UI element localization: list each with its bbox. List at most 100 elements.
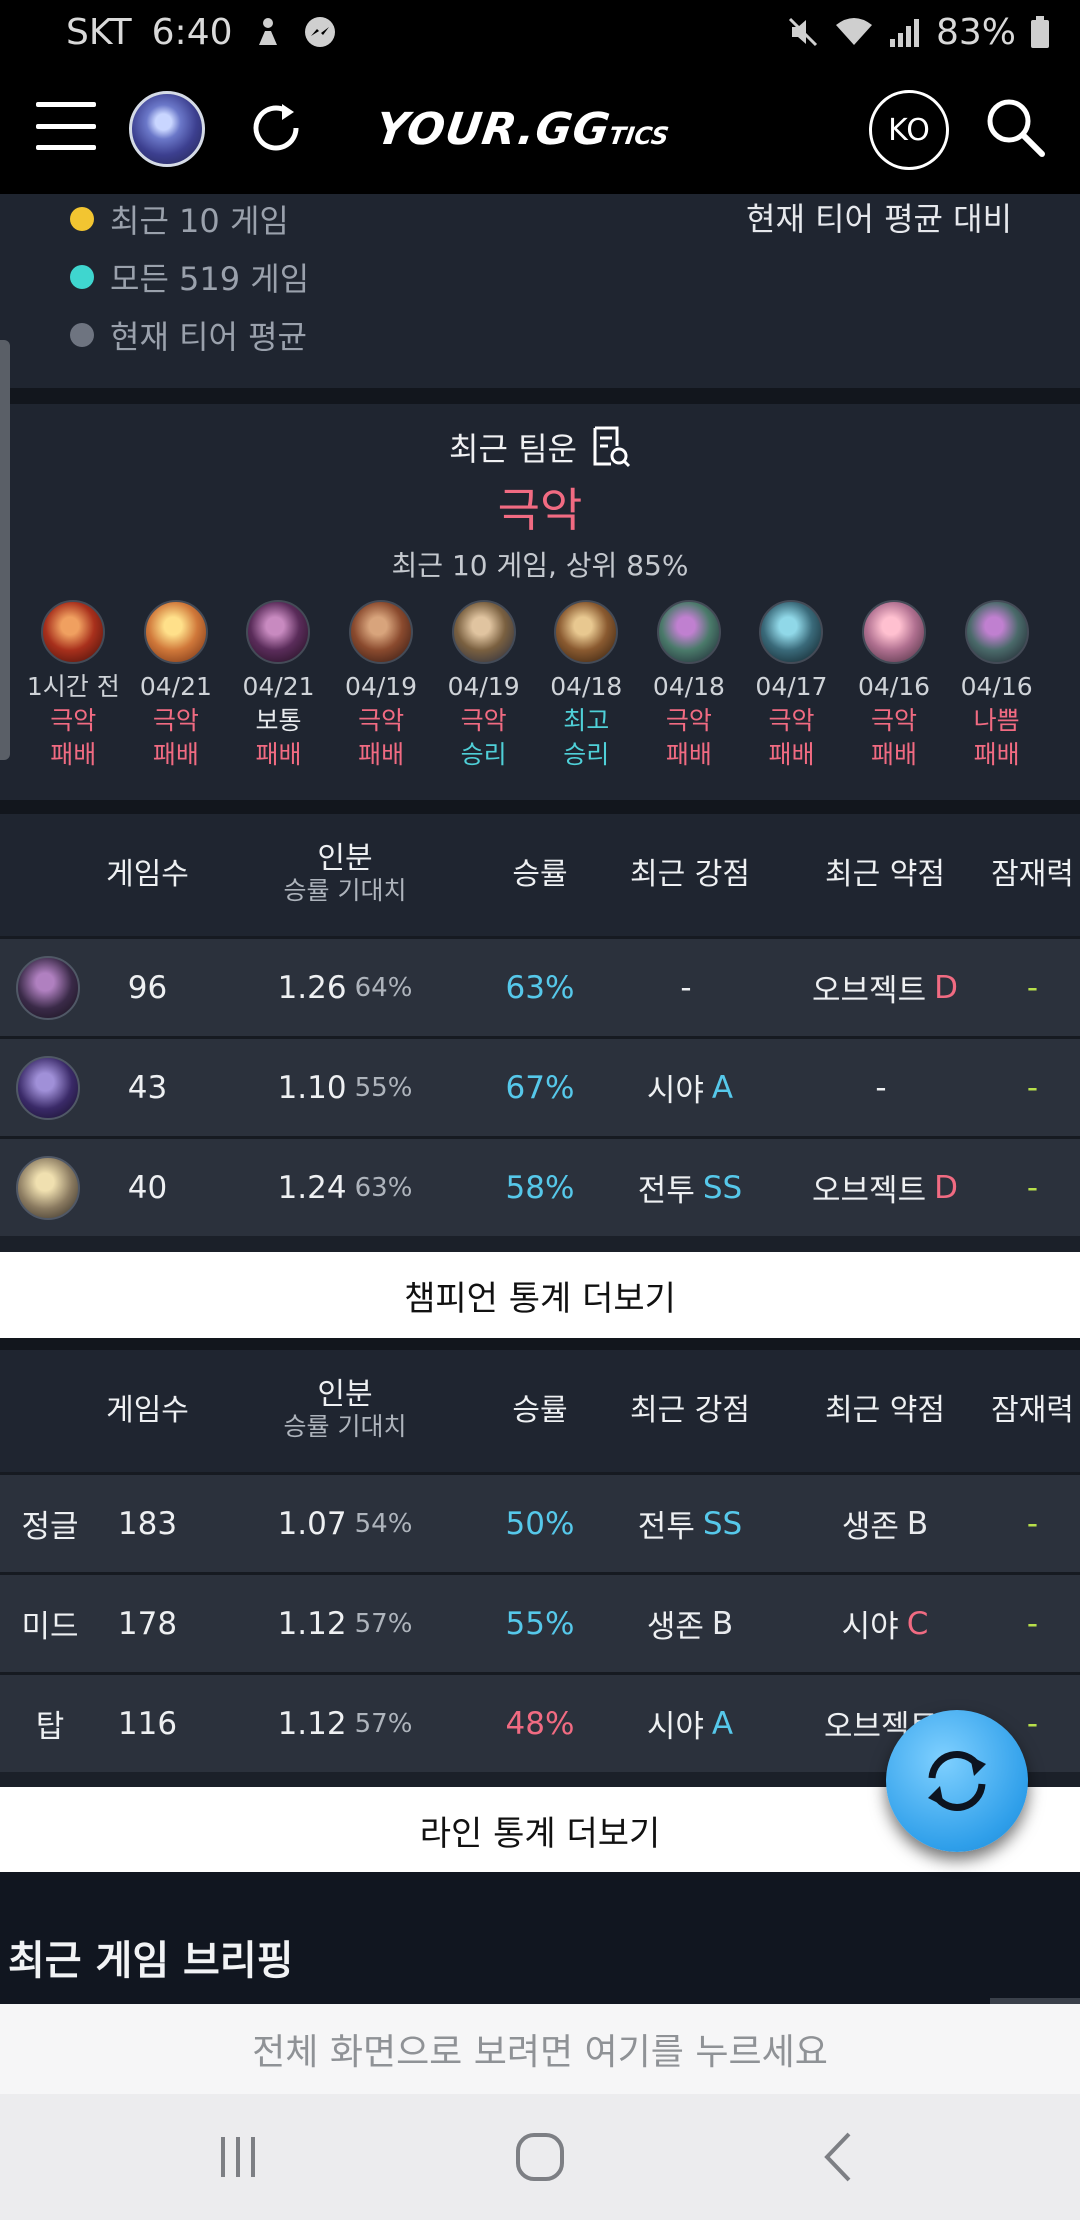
recent-game-item[interactable]: 04/21 보통 패배: [227, 600, 330, 772]
row-champion-cell: [10, 1039, 86, 1136]
recent-game-item[interactable]: 04/18 극악 패배: [638, 600, 741, 772]
game-result: 패배: [871, 740, 918, 769]
battery-icon: [1030, 15, 1050, 49]
team-luck-result: 극악: [497, 483, 583, 537]
recent-apps-icon[interactable]: [203, 2122, 273, 2192]
back-icon[interactable]: [805, 2122, 875, 2192]
legend-dot: [70, 207, 94, 231]
row-perf-value: 1.12: [277, 1705, 347, 1742]
row-winrate: 48%: [505, 1705, 575, 1742]
row-weakness-grade: B: [906, 1505, 929, 1542]
recent-game-item[interactable]: 04/19 극악 승리: [432, 600, 535, 772]
row-potential: -: [1026, 1605, 1039, 1642]
document-search-icon[interactable]: [591, 426, 631, 468]
row-strength: 시야 A: [610, 1675, 770, 1772]
champion-stats-more-button[interactable]: 챔피언 통계 더보기: [0, 1252, 1080, 1338]
row-strength: 전투 SS: [610, 1139, 770, 1236]
champion-icon-10: [964, 600, 1029, 664]
home-icon[interactable]: [505, 2122, 575, 2192]
row-perf: 1.10 55%: [250, 1039, 440, 1136]
recent-game-item[interactable]: 04/16 나쁨 패배: [945, 600, 1048, 772]
recent-game-item[interactable]: 04/19 극악 패배: [330, 600, 433, 772]
recent-game-item[interactable]: 04/17 극악 패배: [740, 600, 843, 772]
table-row[interactable]: 정글 183 1.07 54% 50% 전투 SS 생존 B -: [0, 1472, 1080, 1572]
game-date: 04/16: [960, 672, 1033, 701]
scroll-handle[interactable]: [0, 340, 10, 760]
legend-dot: [70, 265, 94, 289]
champion-icon-7: [656, 600, 721, 664]
game-date: 04/21: [242, 672, 315, 701]
game-result: 패배: [665, 740, 712, 769]
champion-stats-table: 게임수 인분 승률 기대치 승률 최근 강점 최근 약점 잠재력 96 1.26 6…: [0, 814, 1080, 1236]
recent-game-item[interactable]: 04/18 최고 승리: [535, 600, 638, 772]
row-winrate: 55%: [505, 1605, 575, 1642]
game-date: 04/19: [345, 672, 418, 701]
table-row[interactable]: 43 1.10 55% 67% 시야 A - -: [0, 1036, 1080, 1136]
floating-refresh-button[interactable]: [886, 1710, 1028, 1852]
row-perf-value: 1.24: [277, 1169, 347, 1206]
section-divider: [0, 1338, 1080, 1350]
legend-item-recent: 최근 10 게임: [70, 196, 289, 242]
row-perf-pct: 63%: [354, 1172, 413, 1203]
col-potential: 잠재력: [991, 857, 1074, 892]
row-strength-grade: A: [711, 1705, 734, 1742]
game-result: 패배: [50, 740, 97, 769]
search-icon[interactable]: [982, 94, 1048, 160]
notification-icon: [253, 15, 283, 49]
game-luck: 극악: [358, 706, 405, 735]
app-logo[interactable]: YOUR.GGTICS: [372, 104, 673, 155]
table-row[interactable]: 40 1.24 63% 58% 전투 SS 오브젝트 D -: [0, 1136, 1080, 1236]
wifi-icon: [834, 15, 874, 49]
col-winrate: 승률: [512, 1393, 568, 1428]
game-result: 패배: [152, 740, 199, 769]
signal-icon: [888, 15, 922, 49]
system-nav-bar: [0, 2094, 1080, 2220]
champion-icon-akali: [16, 955, 80, 1020]
row-weakness: -: [800, 1039, 970, 1136]
game-date: 04/21: [139, 672, 212, 701]
row-potential: -: [1026, 969, 1039, 1006]
game-luck: 최고: [563, 706, 610, 735]
logo-suffix: TICS: [607, 122, 671, 150]
row-strength-label: 전투: [637, 1509, 695, 1545]
game-luck: 극악: [768, 706, 815, 735]
row-strength-label: 전투: [637, 1173, 695, 1209]
row-strength: 시야 A: [610, 1039, 770, 1136]
row-potential: -: [1026, 1505, 1039, 1542]
legend-label: 모든 519 게임: [110, 260, 310, 298]
game-result: 패배: [255, 740, 302, 769]
refresh-icon[interactable]: [244, 96, 308, 160]
game-result: 패배: [973, 740, 1020, 769]
col-perf-label: 인분: [317, 1377, 373, 1412]
row-weakness-label: 시야: [841, 1609, 899, 1645]
row-weakness: 시야 C: [800, 1575, 970, 1672]
status-bar: SKT 6:40 83%: [0, 0, 1080, 64]
game-date: 04/18: [652, 672, 725, 701]
col-perf-sub: 승률 기대치: [283, 876, 407, 905]
col-winrate: 승률: [512, 857, 568, 892]
game-luck: 극악: [871, 706, 918, 735]
row-lane: 탑: [35, 1709, 65, 1745]
recent-game-item[interactable]: 04/16 극악 패배: [843, 600, 946, 772]
table-row[interactable]: 미드 178 1.12 57% 55% 생존 B 시야 C -: [0, 1572, 1080, 1672]
row-weakness: 오브젝트 D: [800, 939, 970, 1036]
messenger-icon: [303, 15, 337, 49]
briefing-title: 최근 게임 브리핑: [8, 1938, 294, 1984]
champion-icon-9: [862, 600, 927, 664]
recent-games-strip: 1시간 전 극악 패배 04/21 극악 패배 04/21 보통 패배 04/19 극악 패배 04/1…: [22, 600, 1062, 772]
team-luck-summary: 최근 10 게임, 상위 85%: [391, 549, 689, 582]
hamburger-menu-icon[interactable]: [36, 102, 96, 150]
fullscreen-banner[interactable]: 전체 화면으로 보려면 여기를 누르세요: [0, 2004, 1080, 2094]
table-row[interactable]: 96 1.26 64% 63% - 오브젝트 D -: [0, 936, 1080, 1036]
row-potential: -: [1026, 1169, 1039, 1206]
language-button[interactable]: KO: [869, 90, 949, 170]
recent-game-item[interactable]: 04/21 극악 패배: [125, 600, 228, 772]
recent-game-item[interactable]: 1시간 전 극악 패배: [22, 600, 125, 772]
profile-avatar[interactable]: [129, 91, 205, 167]
row-weakness-label: 오브젝트: [812, 973, 927, 1009]
row-perf-value: 1.07: [277, 1505, 347, 1542]
col-perf: 인분 승률 기대치: [250, 814, 440, 936]
row-perf: 1.26 64%: [250, 939, 440, 1036]
game-luck: 극악: [50, 706, 97, 735]
row-strength: 생존 B: [610, 1575, 770, 1672]
